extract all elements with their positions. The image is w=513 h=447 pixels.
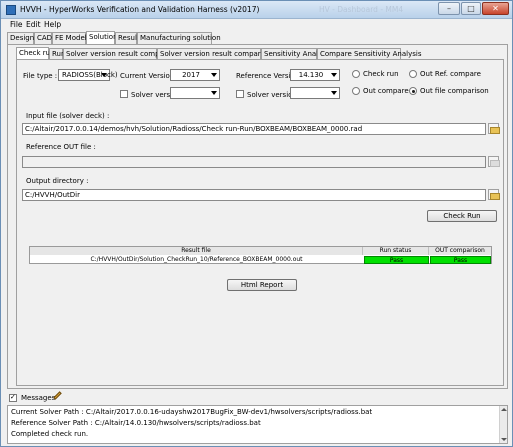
file-type-select[interactable]: RADIOSS(Block) — [58, 69, 118, 81]
message-line: Current Solver Path : C:/Altair/2017.0.0… — [11, 408, 373, 416]
column-header-result-file: Result file — [30, 247, 363, 255]
tab-design[interactable]: Design — [7, 32, 34, 44]
folder-icon[interactable] — [488, 123, 500, 134]
tab-run[interactable]: Run — [49, 48, 65, 59]
table-cell-run-status[interactable]: Pass — [364, 256, 429, 264]
reference-out-label: Reference OUT file : — [26, 143, 96, 151]
tab-sensitivity-analysis[interactable]: Sensitivity Analysis — [261, 48, 332, 59]
column-header-run-status: Run status — [363, 247, 429, 255]
checkmark-icon: ✓ — [10, 393, 16, 401]
menu-edit[interactable]: Edit — [26, 20, 41, 29]
output-dir-field[interactable]: C:/HVVH/OutDir — [22, 189, 486, 201]
output-dir-label: Output directory : — [26, 177, 89, 185]
column-header-out-comparison: OUT comparison — [429, 247, 491, 255]
reference-version-select[interactable]: 14.130 — [290, 69, 340, 81]
menu-bar: File Edit Help — [1, 19, 512, 31]
results-table: Result file Run status OUT comparison C:… — [29, 246, 492, 264]
tab-cad[interactable]: CAD — [34, 32, 52, 44]
title-bar: HVVH - HyperWorks Verification and Valid… — [1, 1, 512, 19]
radio-check-run[interactable] — [352, 70, 360, 78]
message-line: Completed check run. — [11, 430, 89, 438]
solver-version-checkbox-2[interactable] — [236, 90, 244, 98]
tab-fe-model[interactable]: FE Model — [52, 32, 87, 44]
app-window: HVVH - HyperWorks Verification and Valid… — [0, 0, 513, 447]
check-run-panel: File type : RADIOSS(Block) Current Versi… — [16, 59, 504, 386]
radio-check-run-label: Check run — [363, 70, 399, 78]
chevron-down-icon — [211, 73, 217, 77]
radio-out-compare[interactable] — [352, 87, 360, 95]
minimize-button[interactable]: – — [438, 2, 460, 15]
check-run-button[interactable]: Check Run — [427, 210, 497, 222]
file-type-value: RADIOSS(Block) — [62, 71, 118, 79]
solver-version-select-1[interactable] — [170, 87, 220, 99]
reference-out-field[interactable] — [22, 156, 486, 168]
pencil-icon[interactable] — [53, 391, 62, 400]
tab-result[interactable]: Result — [115, 32, 140, 44]
solver-version-checkbox-1[interactable] — [120, 90, 128, 98]
table-cell-result-file[interactable]: C:/HVVH/OutDir/Solution_CheckRun_10/Refe… — [30, 256, 363, 264]
close-button[interactable]: ✕ — [482, 2, 509, 15]
tab-solver-version-result-comparison[interactable]: Solver version result comparison — [63, 48, 181, 59]
radio-out-ref-compare-label: Out Ref. compare — [420, 70, 481, 78]
folder-icon[interactable] — [488, 189, 500, 200]
messages-bar: ✓ Messages — [7, 391, 207, 404]
chevron-down-icon — [101, 73, 107, 77]
chevron-down-icon — [331, 91, 337, 95]
tab-solver-version-result-comparison-hg[interactable]: Solver version result comparison HG — [157, 48, 288, 59]
radio-out-compare-label: Out compare — [363, 87, 409, 95]
input-file-field[interactable]: C:/Altair/2017.0.0.14/demos/hvh/Solution… — [22, 123, 486, 135]
html-report-button[interactable]: Html Report — [227, 279, 297, 291]
menu-file[interactable]: File — [10, 20, 23, 29]
solution-panel: Check run Run Solver version result comp… — [7, 44, 508, 389]
scroll-up-icon[interactable] — [501, 408, 507, 411]
file-type-label: File type : — [23, 72, 58, 80]
current-version-select[interactable]: 2017 — [170, 69, 220, 81]
input-file-label: Input file (solver deck) : — [26, 112, 110, 120]
current-version-value: 2017 — [182, 71, 200, 79]
radio-out-file-comparison[interactable] — [409, 87, 417, 95]
messages-checkbox[interactable]: ✓ — [9, 393, 17, 402]
chevron-down-icon — [331, 73, 337, 77]
chevron-down-icon — [211, 91, 217, 95]
maximize-button[interactable]: □ — [461, 2, 481, 15]
solver-version-select-2[interactable] — [290, 87, 340, 99]
messages-scrollbar[interactable] — [499, 406, 507, 443]
folder-icon[interactable] — [488, 156, 500, 167]
message-line: Reference Solver Path : C:/Altair/14.0.1… — [11, 419, 261, 427]
background-window-title: HV - Dashboard - MM4 — [319, 5, 404, 14]
radio-out-file-comparison-label: Out file comparison — [420, 87, 489, 95]
messages-label: Messages — [21, 394, 56, 402]
tab-solution[interactable]: Solution — [86, 31, 118, 44]
tab-compare-sensitivity-analysis[interactable]: Compare Sensitivity Analysis — [317, 48, 422, 59]
scroll-down-icon[interactable] — [501, 438, 507, 441]
window-title: HVVH - HyperWorks Verification and Valid… — [20, 5, 260, 14]
reference-version-value: 14.130 — [298, 71, 324, 79]
menu-help[interactable]: Help — [44, 20, 61, 29]
table-cell-out-comparison[interactable]: Pass — [430, 256, 491, 264]
app-icon — [6, 5, 16, 15]
tab-manufacturing-solution[interactable]: Manufacturing solution — [137, 32, 221, 44]
radio-out-ref-compare[interactable] — [409, 70, 417, 78]
messages-log[interactable]: Current Solver Path : C:/Altair/2017.0.0… — [7, 405, 508, 444]
